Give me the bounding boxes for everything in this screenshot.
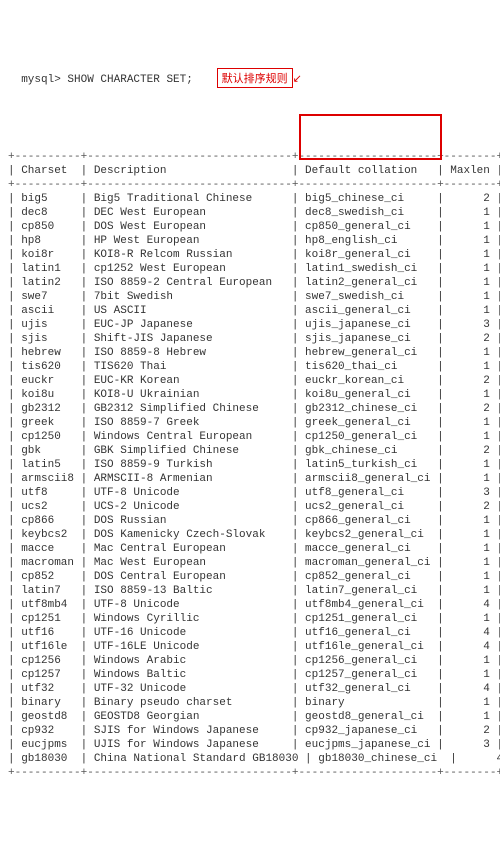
table-row: | keybcs2 | DOS Kamenicky Czech-Slovak |…: [8, 528, 492, 542]
table-row: | eucjpms | UJIS for Windows Japanese | …: [8, 738, 492, 752]
sql-command: SHOW CHARACTER SET;: [67, 74, 192, 86]
table-row: | euckr | EUC-KR Korean | euckr_korean_c…: [8, 374, 492, 388]
table-row: | cp866 | DOS Russian | cp866_general_ci…: [8, 514, 492, 528]
table-row: | utf16le | UTF-16LE Unicode | utf16le_g…: [8, 640, 492, 654]
table-row: | hebrew | ISO 8859-8 Hebrew | hebrew_ge…: [8, 346, 492, 360]
table-row: | cp1250 | Windows Central European | cp…: [8, 430, 492, 444]
annotation-arrow-icon: ↙: [293, 74, 302, 86]
mysql-prompt: mysql>: [21, 74, 61, 86]
table-row: | koi8u | KOI8-U Ukrainian | koi8u_gener…: [8, 388, 492, 402]
table-row: | cp852 | DOS Central European | cp852_g…: [8, 570, 492, 584]
table-row: | armscii8 | ARMSCII-8 Armenian | armsci…: [8, 472, 492, 486]
table-row: | macce | Mac Central European | macce_g…: [8, 542, 492, 556]
table-row: | hp8 | HP West European | hp8_english_c…: [8, 234, 492, 248]
table-row: | ucs2 | UCS-2 Unicode | ucs2_general_ci…: [8, 500, 492, 514]
table-row: | latin5 | ISO 8859-9 Turkish | latin5_t…: [8, 458, 492, 472]
separator-line: +----------+----------------------------…: [8, 766, 492, 780]
table-row: | cp1256 | Windows Arabic | cp1256_gener…: [8, 654, 492, 668]
table-row: | gb2312 | GB2312 Simplified Chinese | g…: [8, 402, 492, 416]
table-row: | latin7 | ISO 8859-13 Baltic | latin7_g…: [8, 584, 492, 598]
table-row: | cp1251 | Windows Cyrillic | cp1251_gen…: [8, 612, 492, 626]
header-row: | Charset | Description | Default collat…: [8, 164, 492, 178]
annotation-label: 默认排序规则: [217, 68, 293, 88]
separator-line: +----------+----------------------------…: [8, 178, 492, 192]
table-row: | dec8 | DEC West European | dec8_swedis…: [8, 206, 492, 220]
table-row: | latin2 | ISO 8859-2 Central European |…: [8, 276, 492, 290]
table-row: | latin1 | cp1252 West European | latin1…: [8, 262, 492, 276]
table-row: | utf32 | UTF-32 Unicode | utf32_general…: [8, 682, 492, 696]
table-row: | cp1257 | Windows Baltic | cp1257_gener…: [8, 668, 492, 682]
table-row: | utf8 | UTF-8 Unicode | utf8_general_ci…: [8, 486, 492, 500]
table-row: | ujis | EUC-JP Japanese | ujis_japanese…: [8, 318, 492, 332]
table-row: | gbk | GBK Simplified Chinese | gbk_chi…: [8, 444, 492, 458]
table-row: | koi8r | KOI8-R Relcom Russian | koi8r_…: [8, 248, 492, 262]
table-row: | binary | Binary pseudo charset | binar…: [8, 696, 492, 710]
table-row: | gb18030 | China National Standard GB18…: [8, 752, 492, 766]
table-row: | macroman | Mac West European | macroma…: [8, 556, 492, 570]
table-row: | greek | ISO 8859-7 Greek | greek_gener…: [8, 416, 492, 430]
table-row: | sjis | Shift-JIS Japanese | sjis_japan…: [8, 332, 492, 346]
table-row: | ascii | US ASCII | ascii_general_ci | …: [8, 304, 492, 318]
table-row: | cp932 | SJIS for Windows Japanese | cp…: [8, 724, 492, 738]
table-row: | tis620 | TIS620 Thai | tis620_thai_ci …: [8, 360, 492, 374]
table-row: | swe7 | 7bit Swedish | swe7_swedish_ci …: [8, 290, 492, 304]
table-row: | utf8mb4 | UTF-8 Unicode | utf8mb4_gene…: [8, 598, 492, 612]
separator-line: +----------+----------------------------…: [8, 150, 492, 164]
result-table: +----------+----------------------------…: [8, 114, 492, 792]
table-row: | geostd8 | GEOSTD8 Georgian | geostd8_g…: [8, 710, 492, 724]
table-row: | cp850 | DOS West European | cp850_gene…: [8, 220, 492, 234]
table-row: | big5 | Big5 Traditional Chinese | big5…: [8, 192, 492, 206]
table-row: | utf16 | UTF-16 Unicode | utf16_general…: [8, 626, 492, 640]
